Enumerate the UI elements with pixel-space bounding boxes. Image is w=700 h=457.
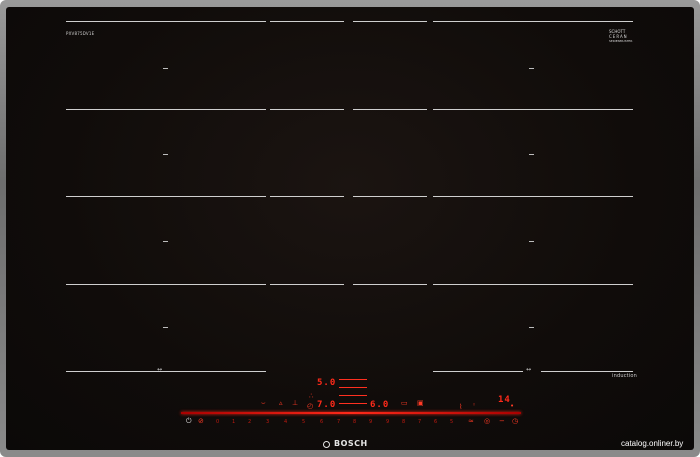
zone-line-right-1 <box>433 21 633 22</box>
zone-line-left-1 <box>66 21 266 22</box>
zone-line-right-3 <box>433 196 633 197</box>
zone-mark-r3 <box>529 241 534 242</box>
slider-value-r9[interactable]: 9 <box>386 419 389 425</box>
zone-line-center-l1 <box>270 21 344 22</box>
pan-icon[interactable]: ⌣ <box>261 400 266 407</box>
zone-readout-top: 5.0 <box>317 378 337 388</box>
zone-line-right-5a <box>433 371 523 372</box>
slider-value-r5[interactable]: 5 <box>450 419 453 425</box>
slider-value-4[interactable]: 4 <box>284 419 287 425</box>
wipe-protect-icon[interactable]: ▣ <box>417 400 424 407</box>
zone-line-center-r3 <box>353 196 427 197</box>
sensor-icon[interactable]: ◎ <box>484 418 490 425</box>
zone-timer-icon[interactable]: ◴ <box>307 403 313 410</box>
zone-line-left-5b <box>171 371 266 372</box>
glass-surface: PXV875DV1E SCHOTT CERAN SERIENMUSTER ↔ ↔… <box>6 7 694 450</box>
cooktop-frame: PXV875DV1E SCHOTT CERAN SERIENMUSTER ↔ ↔… <box>0 0 700 457</box>
watermark: catalog.onliner.by <box>621 439 684 448</box>
brand-name: BOSCH <box>334 439 368 448</box>
slider-value-5[interactable]: 5 <box>302 419 305 425</box>
slider-value-2[interactable]: 2 <box>248 419 251 425</box>
pot-icon[interactable]: ▵ <box>279 400 283 407</box>
boost-icon[interactable]: ∴ <box>309 393 313 400</box>
timer-readout: 14 <box>498 395 511 405</box>
keep-warm-icon[interactable]: ≈ <box>468 418 474 425</box>
zone-line-left-4 <box>66 284 266 285</box>
model-text: PXV875DV1E <box>66 31 95 36</box>
zone-mark-l2 <box>163 154 168 155</box>
zone-mark-r1 <box>529 68 534 69</box>
zone-mark-r2 <box>529 154 534 155</box>
zone-line-left-3 <box>66 196 266 197</box>
zone-mark-r4 <box>529 327 534 328</box>
zone-line-center-l3 <box>270 196 344 197</box>
bosch-logo-icon <box>323 441 330 448</box>
zone-line-center-r1 <box>353 21 427 22</box>
zone-mark-l3 <box>163 241 168 242</box>
zone-line-right-4 <box>433 284 633 285</box>
slider-value-7[interactable]: 7 <box>337 419 340 425</box>
level-bar-4 <box>339 403 367 404</box>
zone-line-center-r4 <box>353 284 427 285</box>
power-icon[interactable]: ⏻ <box>186 418 192 425</box>
slider-value-1[interactable]: 1 <box>232 419 235 425</box>
slider-value-r7[interactable]: 7 <box>418 419 421 425</box>
zone-mark-l1 <box>163 68 168 69</box>
induction-label: induction <box>612 373 638 379</box>
zone-readout-middle: 7.0 <box>317 400 337 410</box>
slider-value-9[interactable]: 9 <box>369 419 372 425</box>
hood-control-icon[interactable]: ◦ <box>472 402 476 409</box>
slider-value-r8[interactable]: 8 <box>402 419 405 425</box>
child-lock-icon[interactable]: ⊘ <box>198 418 204 425</box>
slider-value-6[interactable]: 6 <box>320 419 323 425</box>
timer-icon[interactable]: ◷ <box>512 418 518 425</box>
slider-value-r6[interactable]: 6 <box>434 419 437 425</box>
zone-line-center-l2 <box>270 109 344 110</box>
flex-zone-mark-left: ↔ <box>157 366 163 373</box>
fry-sensor-icon[interactable]: ⊥ <box>292 400 298 407</box>
slider-value-8[interactable]: 8 <box>353 419 356 425</box>
zone-mark-l4 <box>163 327 168 328</box>
zone-line-right-5b <box>541 371 633 372</box>
glass-brand-line3: SERIENMUSTER <box>609 39 633 43</box>
slider-value-3[interactable]: 3 <box>266 419 269 425</box>
zone-line-right-2 <box>433 109 633 110</box>
wifi-icon[interactable]: ⌇ <box>459 404 462 411</box>
level-bar-1 <box>339 379 367 380</box>
level-bar-2 <box>339 387 367 388</box>
zone-line-left-2 <box>66 109 266 110</box>
glass-brand: SCHOTT CERAN SERIENMUSTER <box>609 29 632 44</box>
minus-icon[interactable]: − <box>499 418 505 425</box>
zone-line-center-r2 <box>353 109 427 110</box>
level-bar-3 <box>339 395 367 396</box>
power-slider-track[interactable] <box>181 412 521 414</box>
slider-value-0[interactable]: 0 <box>216 419 219 425</box>
zone-line-center-l4 <box>270 284 344 285</box>
flex-zone-mark-right: ↔ <box>526 366 532 373</box>
zone-readout-right: 6.0 <box>370 400 390 410</box>
move-function-icon[interactable]: ▭ <box>401 400 408 407</box>
timer-min-icon: • <box>510 402 515 410</box>
